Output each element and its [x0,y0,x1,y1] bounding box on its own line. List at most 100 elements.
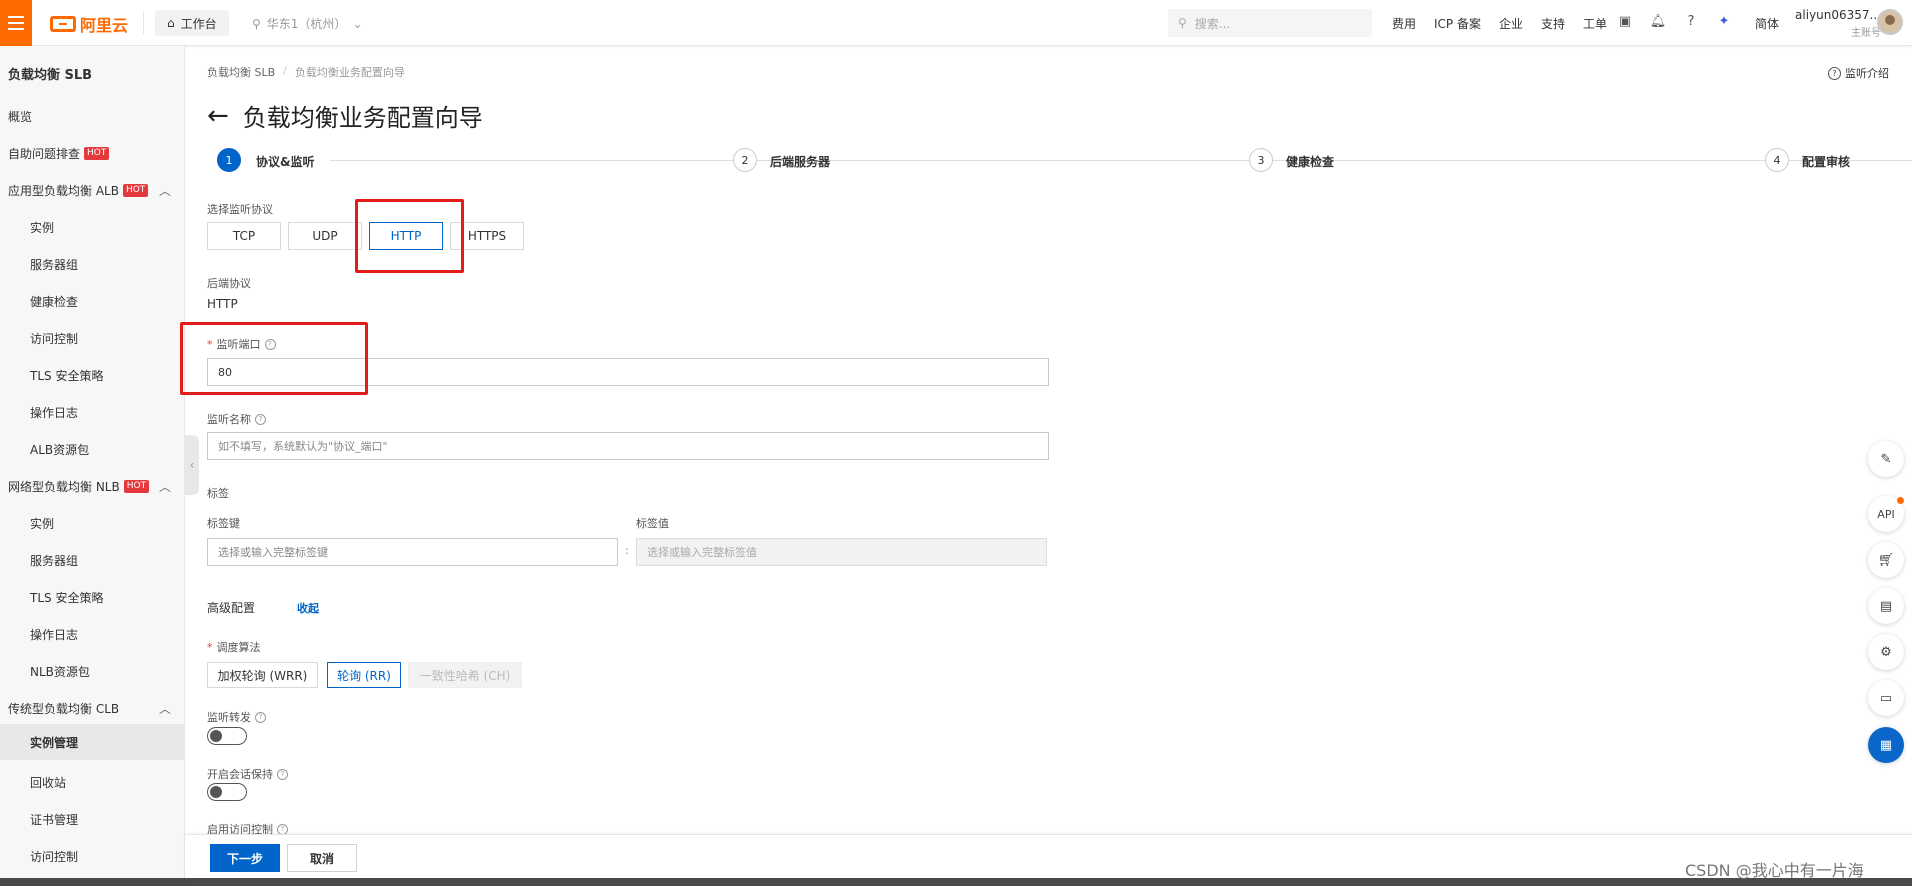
sidebar-item-alb-logs[interactable]: 操作日志 [30,404,78,421]
sidebar-item-self-check[interactable]: 自助问题排查 HOT [8,145,110,162]
nav-icp[interactable]: ICP 备案 [1434,15,1481,32]
search-icon: ⚲ [1178,16,1187,30]
sidebar-item-clb-acl[interactable]: 访问控制 [30,848,78,865]
tag-value-label: 标签值 [636,517,669,530]
nav-fees[interactable]: 费用 [1392,15,1416,32]
step-4-label: 配置审核 [1802,155,1851,169]
help-icon[interactable]: ? [1682,12,1700,30]
sidebar-item-alb-tls[interactable]: TLS 安全策略 [30,367,103,384]
sidebar-item-alb-instance[interactable]: 实例 [30,219,54,236]
edit-icon[interactable]: ✎ [1868,441,1904,477]
sidebar-item-clb-instances[interactable]: 实例管理 [0,724,185,760]
protocol-label: 选择监听协议 [207,203,273,216]
sidebar-item-label: 证书管理 [30,813,79,827]
tag-separator: : [625,544,629,557]
sidebar-group-alb[interactable]: 应用型负载均衡 ALB HOT [8,182,149,199]
sidebar-group-label: 应用型负载均衡 ALB [8,184,119,198]
chevron-up-icon[interactable]: ︿ [159,182,171,199]
tag-value-input[interactable]: 选择或输入完整标签值 [636,538,1047,566]
sidebar-collapse-handle[interactable]: ‹ [185,435,199,495]
breadcrumb-separator: / [283,64,287,77]
backend-protocol-value: HTTP [207,297,238,311]
cancel-button[interactable]: 取消 [287,844,357,872]
help-icon[interactable]: ? [277,823,288,835]
sidebar-item-clb-certs[interactable]: 证书管理 [30,811,78,828]
sidebar: 负载均衡 SLB 概览 自助问题排查 HOT 应用型负载均衡 ALB HOT ︿… [0,46,185,886]
chevron-down-icon: ⌄ [352,16,363,31]
step-3-label: 健康检查 [1286,155,1335,169]
next-button[interactable]: 下一步 [210,844,280,872]
advanced-config-title: 高级配置 [207,601,256,615]
sidebar-item-nlb-logs[interactable]: 操作日志 [30,626,78,643]
listener-help-link[interactable]: ? 监听介绍 [1828,65,1889,81]
ai-assistant-icon[interactable]: ✦ [1715,12,1733,30]
name-label-row: 监听名称 ? [207,411,266,427]
breadcrumb: 负载均衡 SLB / 负载均衡业务配置向导 [207,64,405,80]
help-icon[interactable]: ? [277,768,288,780]
session-toggle[interactable] [207,783,247,801]
sidebar-item-label: 服务器组 [30,258,79,272]
listener-name-input[interactable]: 如不填写，系统默认为"协议_端口" [207,432,1049,460]
settings-icon[interactable]: ⚙ [1868,634,1904,670]
region-selector[interactable]: ⚲ 华东1（杭州） ⌄ [252,15,363,32]
step-connector [330,160,936,161]
sidebar-group-label: 网络型负载均衡 NLB [8,480,120,494]
chevron-up-icon[interactable]: ︿ [159,700,171,717]
account-menu[interactable]: aliyun06357... 主账号 [1795,8,1881,39]
chevron-up-icon[interactable]: ︿ [159,478,171,495]
required-mark: * [207,640,213,654]
sidebar-item-clb-recycle[interactable]: 回收站 [30,774,66,791]
sidebar-item-label: 访问控制 [30,850,79,864]
workbench-label: 工作台 [180,16,217,31]
search-input[interactable]: ⚲ 搜索... [1168,9,1372,37]
algo-rr-button[interactable]: 轮询 (RR) [327,662,401,688]
highlight-box-port [180,322,368,395]
sidebar-item-alb-health-check[interactable]: 健康检查 [30,293,78,310]
sidebar-item-label: 操作日志 [30,406,79,420]
sidebar-group-clb[interactable]: 传统型负载均衡 CLB [8,700,119,717]
session-label: 开启会话保持 [207,768,273,781]
sidebar-item-label: TLS 安全策略 [30,591,104,605]
bell-icon[interactable]: 🔔︎ [1649,12,1667,30]
top-icons: ▣ 🔔︎ ? ✦ [1616,12,1733,30]
sidebar-item-alb-acl[interactable]: 访问控制 [30,330,78,347]
terminal-icon[interactable]: ▣ [1616,12,1634,30]
cart-icon[interactable]: 🛒︎ [1868,542,1904,578]
back-arrow-icon[interactable]: ← [207,103,229,129]
tags-label: 标签 [207,487,229,500]
advanced-collapse-link[interactable]: 收起 [297,600,319,616]
help-icon[interactable]: ? [255,413,266,425]
top-nav: 费用 ICP 备案 企业 支持 工单 [1392,15,1607,32]
nav-support[interactable]: 支持 [1541,15,1565,32]
tag-key-input[interactable]: 选择或输入完整标签键 [207,538,618,566]
sidebar-item-nlb-tls[interactable]: TLS 安全策略 [30,589,103,606]
sidebar-item-label: 回收站 [30,776,67,790]
sidebar-item-nlb-instance[interactable]: 实例 [30,515,54,532]
protocol-tcp-button[interactable]: TCP [207,222,281,250]
forward-toggle[interactable] [207,727,247,745]
sidebar-item-label: 操作日志 [30,628,79,642]
protocol-udp-button[interactable]: UDP [288,222,362,250]
language-switch[interactable]: 简体 [1755,15,1779,32]
feedback-icon[interactable]: ▭ [1868,680,1904,716]
workbench-button[interactable]: ⌂ 工作台 [155,10,229,36]
aliyun-logo[interactable]: 阿里云 [50,12,128,36]
sidebar-item-overview[interactable]: 概览 [8,108,32,125]
help-icon[interactable]: ? [255,711,266,723]
nav-ticket[interactable]: 工单 [1583,15,1607,32]
breadcrumb-item[interactable]: 负载均衡 SLB [207,64,275,80]
sidebar-item-alb-server-group[interactable]: 服务器组 [30,256,78,273]
watermark: CSDN @我心中有一片海 [1685,861,1864,880]
sidebar-item-alb-package[interactable]: ALB资源包 [30,441,89,458]
nav-enterprise[interactable]: 企业 [1499,15,1523,32]
algo-wrr-button[interactable]: 加权轮询 (WRR) [207,662,318,688]
sidebar-group-nlb[interactable]: 网络型负载均衡 NLB HOT [8,478,150,495]
menu-icon[interactable] [0,0,32,46]
sidebar-item-nlb-server-group[interactable]: 服务器组 [30,552,78,569]
avatar[interactable] [1877,9,1903,35]
apps-grid-icon[interactable]: ▦ [1868,727,1904,763]
sidebar-item-nlb-package[interactable]: NLB资源包 [30,663,90,680]
step-1-label: 协议&监听 [256,155,315,169]
page-title: 负载均衡业务配置向导 [242,104,483,132]
document-icon[interactable]: ▤ [1868,588,1904,624]
